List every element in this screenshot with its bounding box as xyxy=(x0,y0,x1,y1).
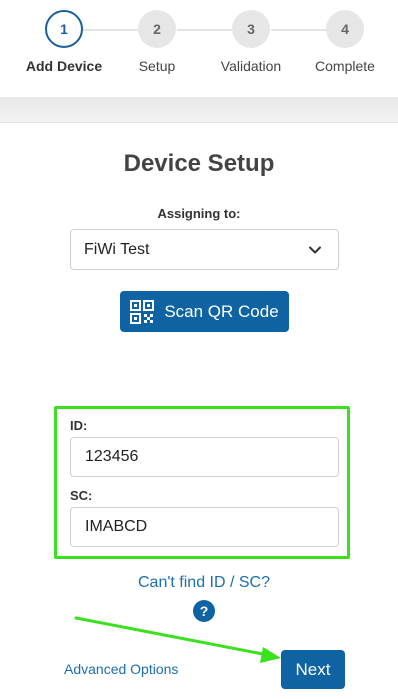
sc-label: SC: xyxy=(70,488,93,503)
chevron-down-icon xyxy=(309,246,321,254)
step-number: 4 xyxy=(326,10,364,48)
step-label: Validation xyxy=(220,58,282,74)
id-label: ID: xyxy=(70,418,88,433)
next-button[interactable]: Next xyxy=(281,650,345,689)
scan-qr-button[interactable]: Scan QR Code xyxy=(120,291,289,332)
step-label: Complete xyxy=(315,58,375,74)
question-circle-icon[interactable]: ? xyxy=(193,600,215,622)
step-label: Setup xyxy=(138,58,176,74)
scan-qr-label: Scan QR Code xyxy=(164,301,279,321)
cant-find-id-link[interactable]: Can't find ID / SC? xyxy=(0,574,398,592)
page-title: Device Setup xyxy=(123,150,275,177)
step-number: 2 xyxy=(138,10,176,48)
id-field[interactable] xyxy=(70,437,339,477)
assign-select-value: FiWi Test xyxy=(84,240,150,258)
section-divider xyxy=(0,97,398,123)
step-complete: 4 Complete xyxy=(295,10,395,74)
advanced-options-link[interactable]: Advanced Options xyxy=(64,661,178,677)
step-validation: 3 Validation xyxy=(201,10,301,74)
step-number: 3 xyxy=(232,10,270,48)
assign-select[interactable]: FiWi Test xyxy=(70,229,339,270)
step-number: 1 xyxy=(45,10,83,48)
assign-label: Assigning to: xyxy=(157,206,241,221)
step-add-device: 1 Add Device xyxy=(14,10,114,74)
progress-stepper: 1 Add Device 2 Setup 3 Validation 4 Comp… xyxy=(0,0,398,97)
qr-code-icon xyxy=(130,299,155,324)
sc-field[interactable] xyxy=(70,507,339,547)
step-label: Add Device xyxy=(25,58,103,74)
step-setup: 2 Setup xyxy=(107,10,207,74)
